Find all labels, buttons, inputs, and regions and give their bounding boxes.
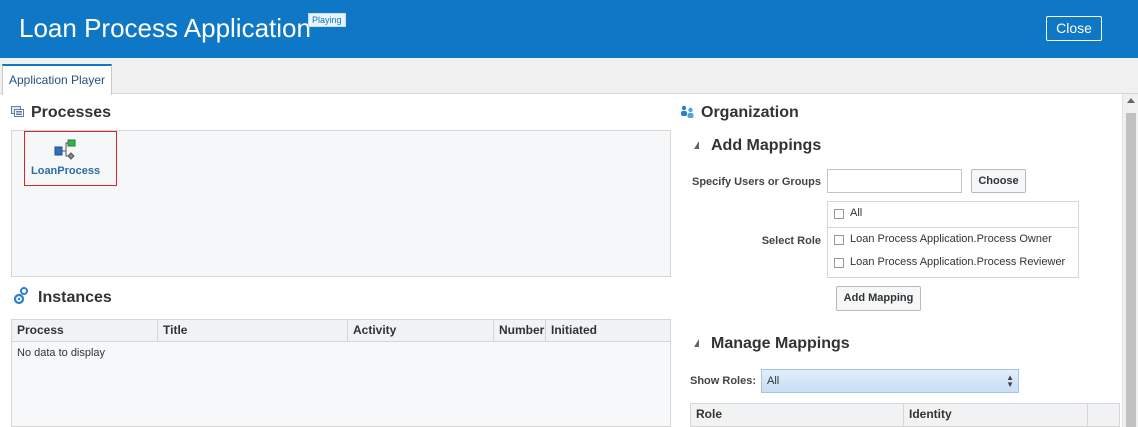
people-icon (681, 105, 694, 118)
column-header-identity[interactable]: Identity (904, 404, 1088, 427)
role-checkbox[interactable] (834, 235, 844, 245)
add-mappings-title[interactable]: Add Mappings (711, 137, 821, 155)
users-groups-label: Specify Users or Groups (692, 176, 821, 188)
column-header-title[interactable]: Title (158, 320, 348, 342)
processes-title: Processes (31, 104, 112, 121)
column-header-role[interactable]: Role (691, 404, 904, 427)
show-roles-label: Show Roles: (690, 375, 757, 387)
role-option-label: Loan Process Application.Process Reviewe… (850, 256, 1066, 268)
status-badge: Playing (308, 13, 346, 27)
role-checkbox[interactable] (834, 258, 844, 268)
collapse-triangle-icon[interactable] (694, 339, 699, 347)
instances-table-header: Process Title Activity Number Initiated (12, 320, 670, 342)
gears-icon (13, 287, 28, 305)
column-header-initiated[interactable]: Initiated (546, 320, 670, 342)
processes-icon (11, 106, 24, 117)
organization-title: Organization (701, 104, 799, 121)
role-option-label: Loan Process Application.Process Owner (850, 233, 1052, 245)
empty-table-message: No data to display (17, 347, 106, 359)
role-list: All Loan Process Application.Process Own… (827, 201, 1079, 278)
column-header-number[interactable]: Number (494, 320, 546, 342)
select-role-label: Select Role (761, 235, 821, 247)
select-arrows-icon: ▲ ▼ (1006, 373, 1014, 389)
instances-table: Process Title Activity Number Initiated … (11, 319, 671, 427)
role-option-process-reviewer[interactable]: Loan Process Application.Process Reviewe… (828, 251, 1078, 275)
tab-application-player[interactable]: Application Player (2, 64, 112, 95)
mappings-table: Role Identity (690, 403, 1120, 427)
close-button[interactable]: Close (1046, 16, 1102, 41)
manage-mappings-title[interactable]: Manage Mappings (711, 335, 850, 353)
choose-button[interactable]: Choose (971, 169, 1026, 193)
column-header-process[interactable]: Process (12, 320, 158, 342)
add-mapping-button[interactable]: Add Mapping (836, 286, 921, 311)
instances-title: Instances (38, 289, 112, 306)
scroll-up-icon[interactable] (1127, 98, 1135, 103)
role-option-all[interactable]: All (828, 202, 1078, 226)
show-roles-value: All (767, 375, 780, 387)
process-item-label: LoanProcess (31, 165, 101, 177)
scroll-thumb[interactable] (1126, 113, 1136, 427)
tab-bar: Application Player (0, 58, 1138, 95)
process-item-loanprocess[interactable]: LoanProcess (24, 131, 117, 186)
column-header-activity[interactable]: Activity (348, 320, 494, 342)
role-option-process-owner[interactable]: Loan Process Application.Process Owner (828, 228, 1078, 252)
show-roles-select[interactable]: All ▲ ▼ (761, 369, 1019, 393)
users-groups-input[interactable] (827, 169, 962, 193)
processes-panel: LoanProcess (11, 130, 671, 277)
role-checkbox[interactable] (834, 209, 844, 219)
vertical-scrollbar[interactable] (1122, 94, 1138, 427)
app-title: Loan Process Application (19, 13, 311, 43)
role-option-label: All (850, 207, 863, 219)
process-flow-icon (54, 139, 76, 160)
collapse-triangle-icon[interactable] (694, 141, 699, 149)
app-header: Loan Process Application Playing Close (0, 0, 1138, 58)
